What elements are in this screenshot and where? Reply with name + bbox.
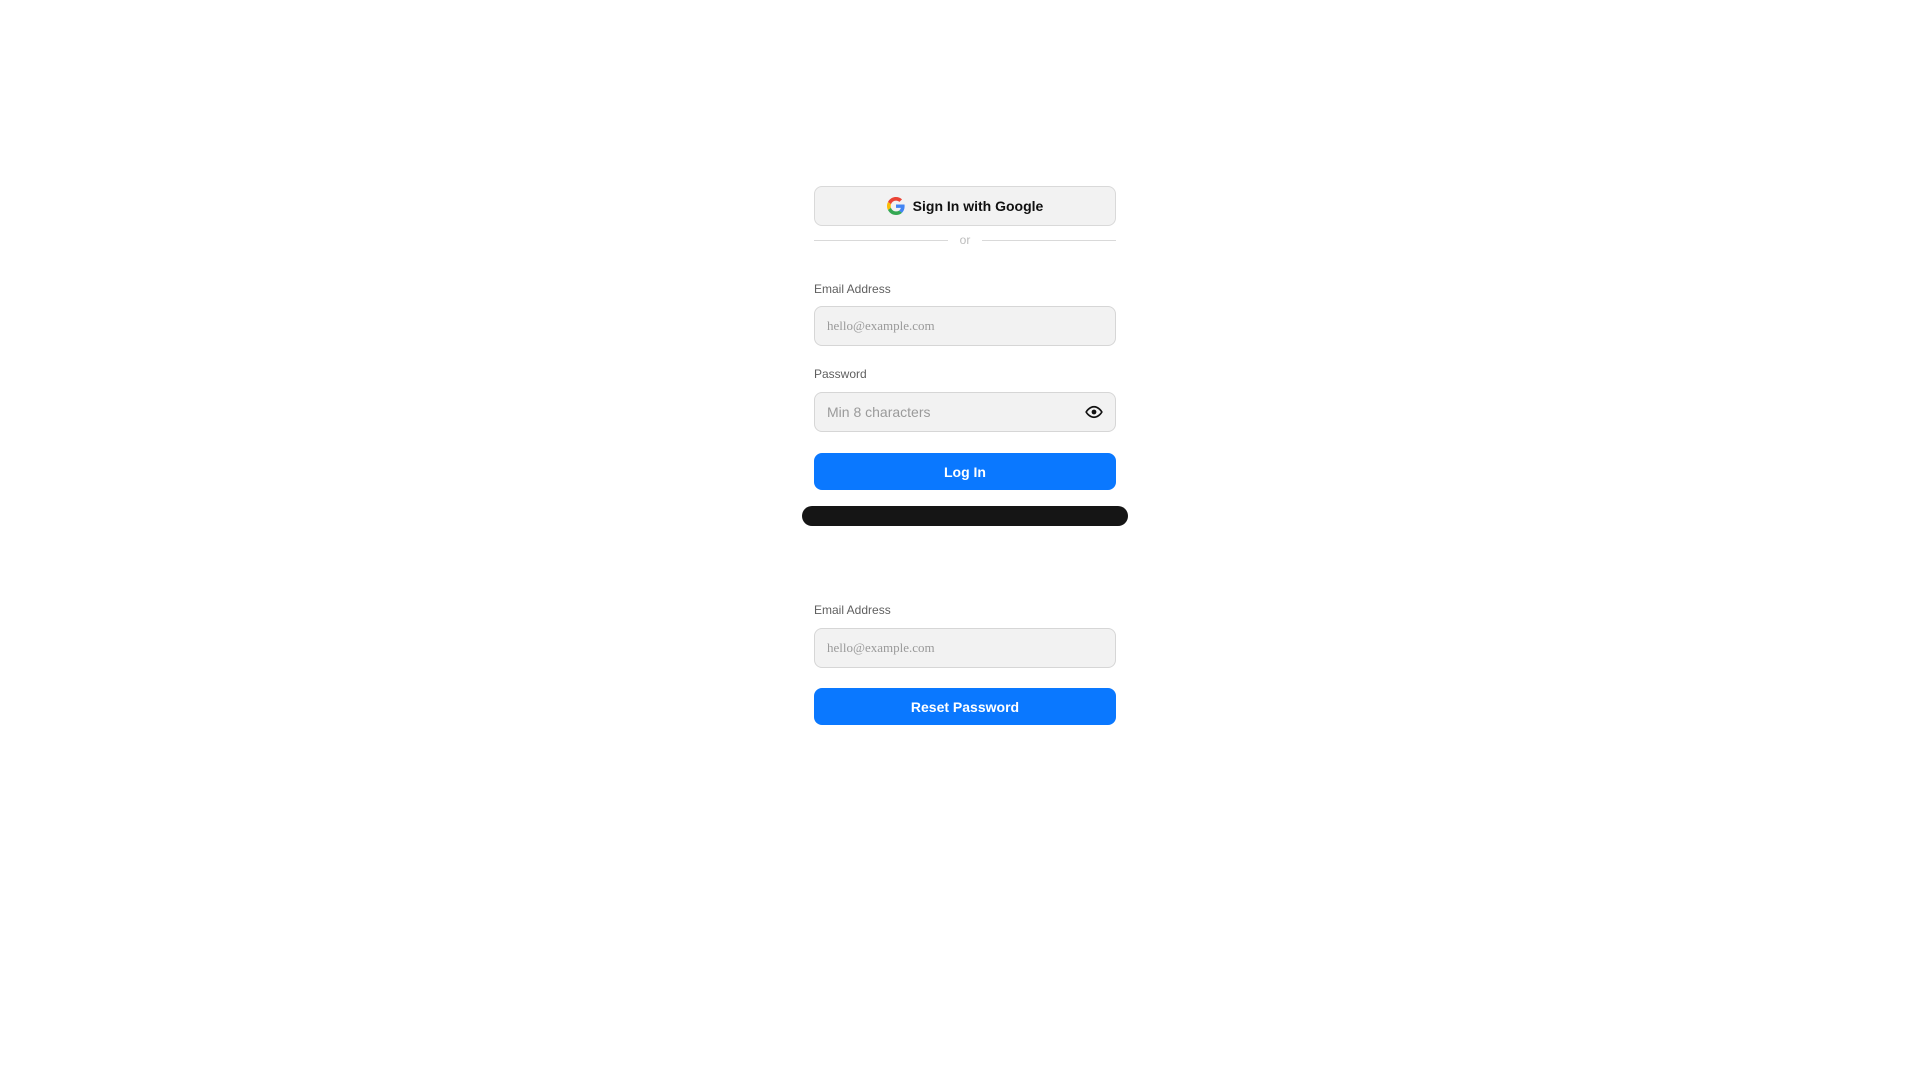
password-input[interactable] (814, 392, 1116, 432)
reset-password-button[interactable]: Reset Password (814, 688, 1116, 725)
password-label: Password (814, 367, 867, 381)
sign-in-with-google-button[interactable]: Sign In with Google (814, 186, 1116, 226)
email-label: Email Address (814, 282, 891, 296)
reset-email-input[interactable] (814, 628, 1116, 668)
eye-icon[interactable] (1084, 402, 1104, 422)
email-input[interactable] (814, 306, 1116, 346)
log-in-button[interactable]: Log In (814, 453, 1116, 490)
divider-line-right (982, 239, 1117, 241)
dark-separator-bar (802, 506, 1128, 526)
or-divider: or (814, 230, 1117, 250)
reset-column: Email Address Reset Password (814, 603, 1116, 733)
divider-text: or (959, 233, 971, 247)
google-logo-icon (886, 197, 905, 215)
login-column: Sign In with Google or Email Address Pas… (814, 186, 1117, 496)
reset-email-label: Email Address (814, 603, 891, 617)
divider-line-left (814, 239, 948, 241)
google-button-label: Sign In with Google (912, 198, 1044, 214)
